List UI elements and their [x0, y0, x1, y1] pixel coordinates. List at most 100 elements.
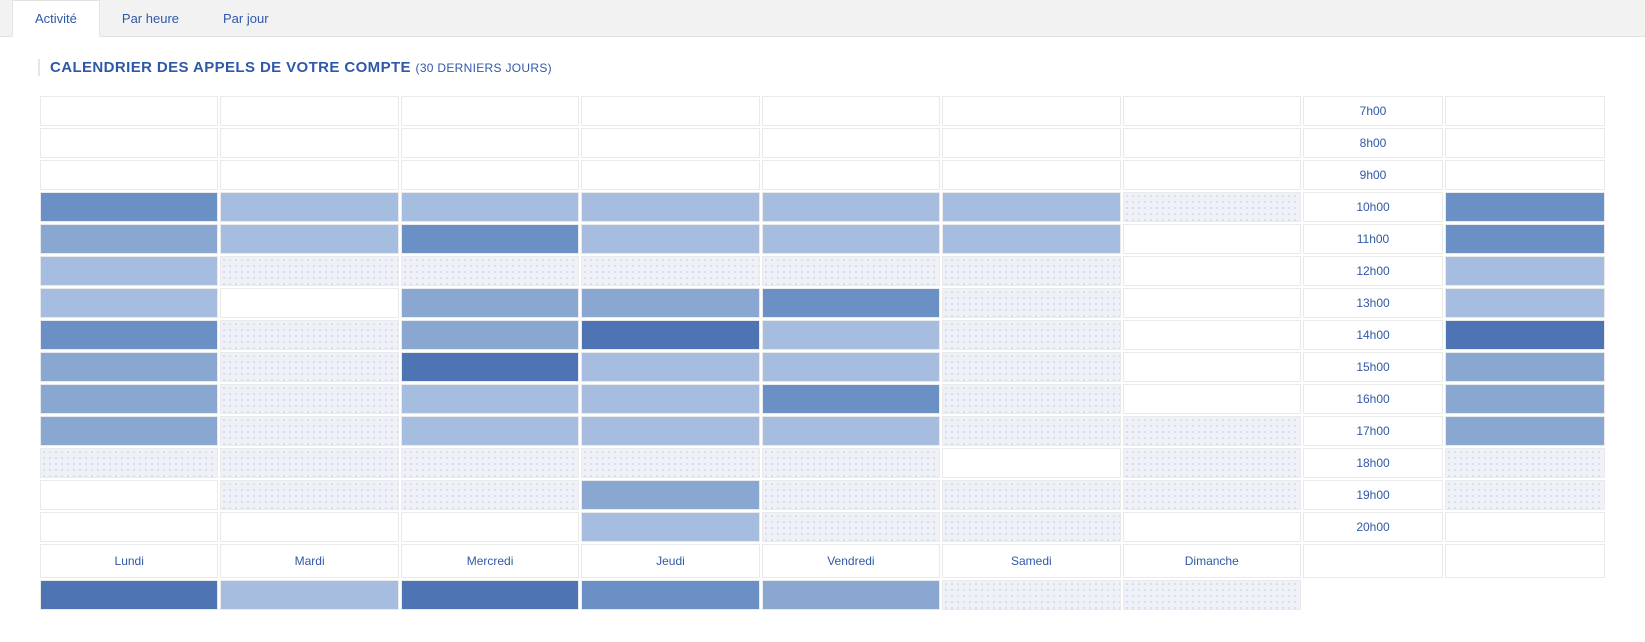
- day-summary-cell[interactable]: [942, 580, 1120, 610]
- hour-summary-cell[interactable]: [1445, 224, 1605, 254]
- heatmap-cell[interactable]: [762, 192, 940, 222]
- hour-summary-cell[interactable]: [1445, 192, 1605, 222]
- heatmap-cell[interactable]: [1123, 160, 1301, 190]
- heatmap-cell[interactable]: [581, 320, 759, 350]
- heatmap-cell[interactable]: [762, 256, 940, 286]
- heatmap-cell[interactable]: [1123, 224, 1301, 254]
- day-summary-cell[interactable]: [1123, 580, 1301, 610]
- heatmap-cell[interactable]: [581, 512, 759, 542]
- heatmap-cell[interactable]: [40, 448, 218, 478]
- heatmap-cell[interactable]: [762, 320, 940, 350]
- heatmap-cell[interactable]: [942, 320, 1120, 350]
- heatmap-cell[interactable]: [942, 480, 1120, 510]
- day-summary-cell[interactable]: [401, 580, 579, 610]
- heatmap-cell[interactable]: [942, 224, 1120, 254]
- heatmap-cell[interactable]: [762, 448, 940, 478]
- hour-summary-cell[interactable]: [1445, 320, 1605, 350]
- heatmap-cell[interactable]: [1123, 288, 1301, 318]
- day-summary-cell[interactable]: [581, 580, 759, 610]
- heatmap-cell[interactable]: [762, 480, 940, 510]
- heatmap-cell[interactable]: [942, 416, 1120, 446]
- hour-summary-cell[interactable]: [1445, 256, 1605, 286]
- heatmap-cell[interactable]: [220, 160, 398, 190]
- heatmap-cell[interactable]: [401, 224, 579, 254]
- heatmap-cell[interactable]: [581, 160, 759, 190]
- heatmap-cell[interactable]: [40, 128, 218, 158]
- heatmap-cell[interactable]: [401, 192, 579, 222]
- heatmap-cell[interactable]: [40, 224, 218, 254]
- hour-summary-cell[interactable]: [1445, 416, 1605, 446]
- heatmap-cell[interactable]: [581, 192, 759, 222]
- heatmap-cell[interactable]: [581, 96, 759, 126]
- heatmap-cell[interactable]: [220, 96, 398, 126]
- heatmap-cell[interactable]: [581, 224, 759, 254]
- heatmap-cell[interactable]: [401, 256, 579, 286]
- heatmap-cell[interactable]: [40, 384, 218, 414]
- heatmap-cell[interactable]: [942, 96, 1120, 126]
- heatmap-cell[interactable]: [40, 96, 218, 126]
- heatmap-cell[interactable]: [40, 512, 218, 542]
- heatmap-cell[interactable]: [401, 512, 579, 542]
- heatmap-cell[interactable]: [762, 224, 940, 254]
- heatmap-cell[interactable]: [220, 384, 398, 414]
- heatmap-cell[interactable]: [220, 320, 398, 350]
- day-summary-cell[interactable]: [220, 580, 398, 610]
- heatmap-cell[interactable]: [581, 256, 759, 286]
- heatmap-cell[interactable]: [942, 384, 1120, 414]
- heatmap-cell[interactable]: [40, 288, 218, 318]
- heatmap-cell[interactable]: [581, 448, 759, 478]
- heatmap-cell[interactable]: [40, 256, 218, 286]
- day-summary-cell[interactable]: [40, 580, 218, 610]
- heatmap-cell[interactable]: [401, 96, 579, 126]
- hour-summary-cell[interactable]: [1445, 480, 1605, 510]
- heatmap-cell[interactable]: [220, 192, 398, 222]
- heatmap-cell[interactable]: [762, 512, 940, 542]
- hour-summary-cell[interactable]: [1445, 448, 1605, 478]
- day-summary-cell[interactable]: [762, 580, 940, 610]
- heatmap-cell[interactable]: [942, 256, 1120, 286]
- heatmap-cell[interactable]: [40, 160, 218, 190]
- heatmap-cell[interactable]: [220, 480, 398, 510]
- heatmap-cell[interactable]: [401, 320, 579, 350]
- heatmap-cell[interactable]: [401, 128, 579, 158]
- heatmap-cell[interactable]: [1123, 448, 1301, 478]
- hour-summary-cell[interactable]: [1445, 512, 1605, 542]
- heatmap-cell[interactable]: [401, 416, 579, 446]
- heatmap-cell[interactable]: [942, 288, 1120, 318]
- heatmap-cell[interactable]: [581, 416, 759, 446]
- heatmap-cell[interactable]: [40, 192, 218, 222]
- heatmap-cell[interactable]: [762, 128, 940, 158]
- heatmap-cell[interactable]: [942, 160, 1120, 190]
- hour-summary-cell[interactable]: [1445, 384, 1605, 414]
- heatmap-cell[interactable]: [942, 448, 1120, 478]
- heatmap-cell[interactable]: [220, 256, 398, 286]
- heatmap-cell[interactable]: [581, 288, 759, 318]
- heatmap-cell[interactable]: [581, 384, 759, 414]
- heatmap-cell[interactable]: [1123, 480, 1301, 510]
- heatmap-cell[interactable]: [40, 480, 218, 510]
- heatmap-cell[interactable]: [1123, 256, 1301, 286]
- heatmap-cell[interactable]: [220, 224, 398, 254]
- heatmap-cell[interactable]: [581, 352, 759, 382]
- heatmap-cell[interactable]: [942, 352, 1120, 382]
- heatmap-cell[interactable]: [1123, 192, 1301, 222]
- heatmap-cell[interactable]: [40, 416, 218, 446]
- heatmap-cell[interactable]: [1123, 384, 1301, 414]
- hour-summary-cell[interactable]: [1445, 128, 1605, 158]
- heatmap-cell[interactable]: [942, 512, 1120, 542]
- tab-by-hour[interactable]: Par heure: [100, 0, 201, 36]
- heatmap-cell[interactable]: [581, 480, 759, 510]
- heatmap-cell[interactable]: [1123, 416, 1301, 446]
- heatmap-cell[interactable]: [1123, 352, 1301, 382]
- hour-summary-cell[interactable]: [1445, 288, 1605, 318]
- heatmap-cell[interactable]: [40, 320, 218, 350]
- heatmap-cell[interactable]: [401, 288, 579, 318]
- heatmap-cell[interactable]: [401, 384, 579, 414]
- heatmap-cell[interactable]: [762, 352, 940, 382]
- heatmap-cell[interactable]: [942, 128, 1120, 158]
- heatmap-cell[interactable]: [1123, 320, 1301, 350]
- heatmap-cell[interactable]: [762, 416, 940, 446]
- heatmap-cell[interactable]: [762, 160, 940, 190]
- heatmap-cell[interactable]: [1123, 128, 1301, 158]
- hour-summary-cell[interactable]: [1445, 96, 1605, 126]
